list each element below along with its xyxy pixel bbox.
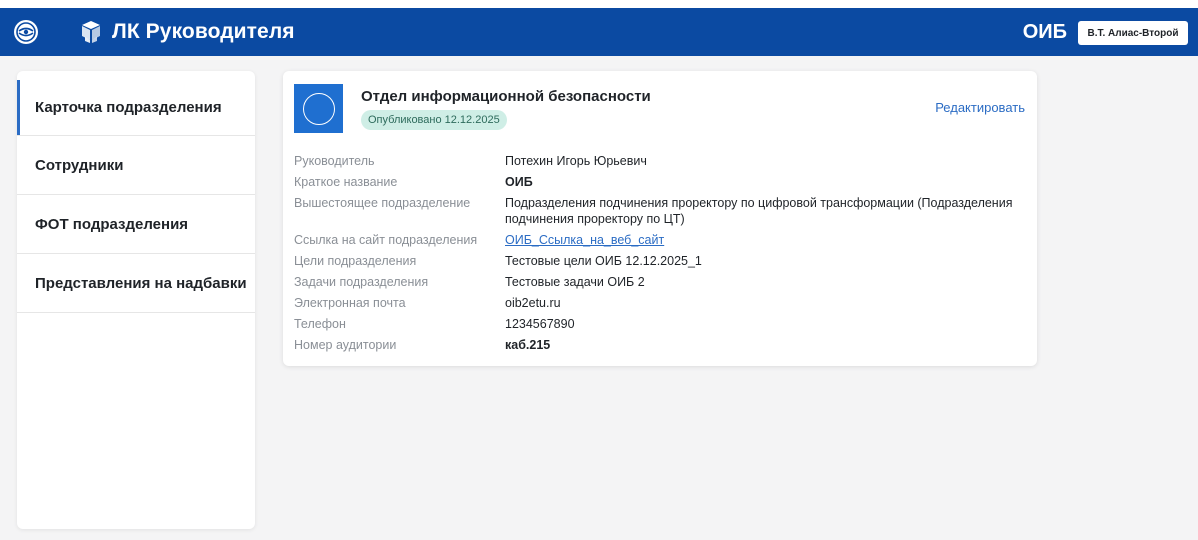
sidebar-item-payroll[interactable]: ФОТ подразделения: [17, 195, 255, 254]
unit-details: Руководитель Потехин Игорь Юрьевич Кратк…: [294, 153, 1029, 358]
field-label: Номер аудитории: [294, 338, 397, 352]
department-title: Отдел информационной безопасности: [361, 88, 651, 105]
field-value-head: Потехин Игорь Юрьевич: [505, 154, 647, 168]
field-value-tasks: Тестовые задачи ОИБ 2: [505, 275, 645, 289]
unit-card: Отдел информационной безопасности Опубли…: [283, 71, 1037, 366]
field-row-parent-unit: Вышестоящее подразделение Подразделения …: [294, 195, 1029, 227]
university-logo-icon[interactable]: [14, 20, 38, 44]
cubes-icon: [78, 19, 104, 45]
field-value-goals: Тестовые цели ОИБ 12.12.2025_1: [505, 254, 702, 268]
field-label: Электронная почта: [294, 296, 406, 310]
field-label: Руководитель: [294, 154, 375, 168]
field-row-room: Номер аудитории каб.215: [294, 337, 1029, 353]
edit-link[interactable]: Редактировать: [935, 99, 1025, 117]
sidebar-item-employees[interactable]: Сотрудники: [17, 136, 255, 195]
field-label: Ссылка на сайт подразделения: [294, 233, 478, 247]
field-value-room: каб.215: [505, 338, 551, 352]
sidebar: Карточка подразделения Сотрудники ФОТ по…: [17, 71, 255, 529]
field-label: Телефон: [294, 317, 346, 331]
unit-emblem-icon: [294, 84, 343, 133]
field-row-goals: Цели подразделения Тестовые цели ОИБ 12.…: [294, 253, 1029, 269]
field-label: Краткое название: [294, 175, 398, 189]
unit-code: ОИБ: [1022, 21, 1067, 43]
field-row-head: Руководитель Потехин Игорь Юрьевич: [294, 153, 1029, 169]
field-value-short-name: ОИБ: [505, 175, 533, 189]
app-title: ЛК Руководителя: [112, 20, 295, 43]
field-label: Цели подразделения: [294, 254, 417, 268]
status-badge: Опубликовано 12.12.2025: [361, 110, 507, 130]
field-row-website: Ссылка на сайт подразделения ОИБ_Ссылка_…: [294, 232, 1029, 248]
website-link[interactable]: ОИБ_Ссылка_на_веб_сайт: [505, 232, 1029, 248]
sidebar-item-unit-card[interactable]: Карточка подразделения: [17, 80, 255, 136]
field-value-email: oib2etu.ru: [505, 296, 561, 310]
user-menu-button[interactable]: В.Т. Алиас-Второй: [1078, 21, 1188, 45]
field-row-tasks: Задачи подразделения Тестовые задачи ОИБ…: [294, 274, 1029, 290]
field-label: Вышестоящее подразделение: [294, 196, 471, 210]
field-row-email: Электронная почта oib2etu.ru: [294, 295, 1029, 311]
field-label: Задачи подразделения: [294, 275, 429, 289]
sidebar-item-bonus-submissions[interactable]: Представления на надбавки: [17, 254, 255, 313]
page-content: Карточка подразделения Сотрудники ФОТ по…: [0, 56, 1198, 540]
field-row-phone: Телефон 1234567890: [294, 316, 1029, 332]
field-value-phone: 1234567890: [505, 317, 575, 331]
top-bar: ЛК Руководителя ОИБ В.Т. Алиас-Второй: [0, 8, 1198, 56]
field-row-short-name: Краткое название ОИБ: [294, 174, 1029, 190]
field-value-parent-unit: Подразделения подчинения проректору по ц…: [505, 196, 1013, 226]
